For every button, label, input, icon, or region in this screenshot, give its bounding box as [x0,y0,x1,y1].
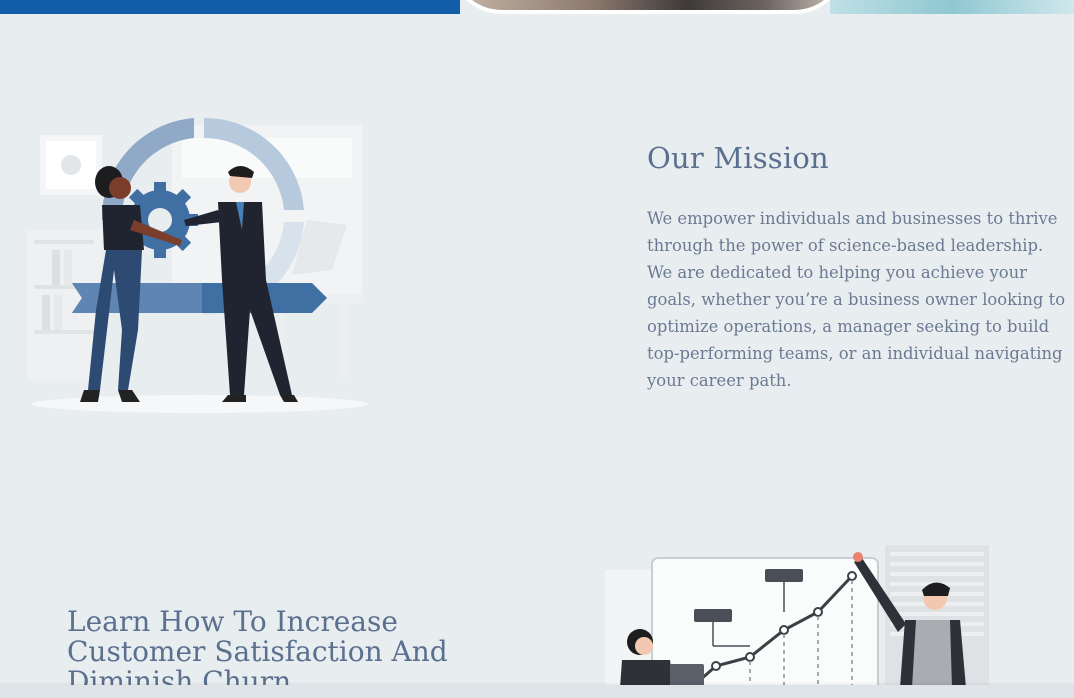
bottom-bar [0,685,1074,698]
page: Our Mission We empower individuals and b… [0,0,1074,698]
mission-heading: Our Mission [647,141,829,175]
churn-heading: Learn How To Increase Customer Satisfact… [67,605,448,698]
hero-teal-panel [830,0,1074,14]
hero-blue-panel [0,0,460,14]
mission-illustration [27,117,368,413]
hero-banner-bottom-edge [0,0,1074,14]
churn-illustration [605,545,989,688]
hero-photo [448,0,848,14]
mission-description: We empower individuals and businesses to… [647,209,1066,390]
